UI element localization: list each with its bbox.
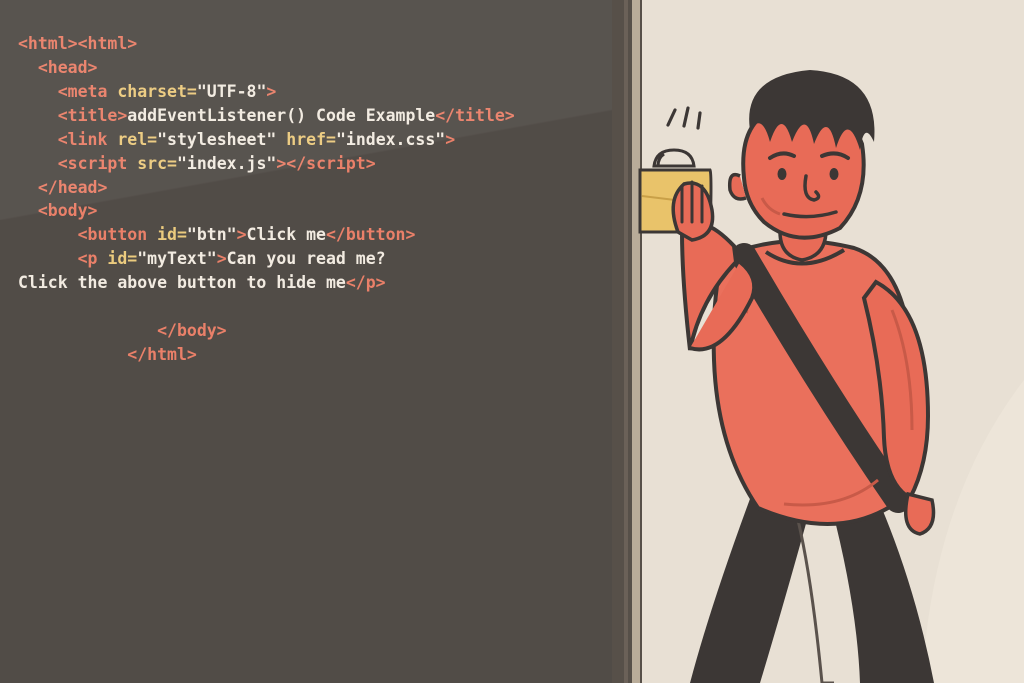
code-token: src [137,154,167,173]
code-token: "btn" [187,225,237,244]
code-token: </body> [157,321,227,340]
code-token: = [177,225,187,244]
code-token: rel [117,130,147,149]
code-block: <html><html> <head> <meta charset="UTF-8… [18,32,612,367]
code-token: <html> [18,34,78,53]
code-token: = [187,82,197,101]
code-token: = [147,130,157,149]
code-token: = [167,154,177,173]
code-token: "UTF-8" [197,82,267,101]
code-token: <body> [38,201,98,220]
code-token: </p> [346,273,386,292]
code-token: = [326,130,336,149]
code-token: Can you read me? [227,249,386,268]
code-token: <p [78,249,98,268]
code-token: </button> [326,225,415,244]
code-token: href [286,130,326,149]
code-token: > [237,225,247,244]
code-token: <script [58,154,128,173]
wall-edge-icon [624,0,628,683]
code-token: </title> [435,106,514,125]
code-editor-panel: <html><html> <head> <meta charset="UTF-8… [0,0,612,683]
code-token: > [217,249,227,268]
code-token: "stylesheet" [157,130,276,149]
code-token: <head> [38,58,98,77]
illustration-panel [612,0,1024,683]
listening-person-illustration [612,0,1024,683]
code-token: "index.js" [177,154,276,173]
code-token: charset [117,82,187,101]
bg-curve-icon [922,380,1024,683]
code-token: Click me [247,225,326,244]
code-token: "index.css" [336,130,445,149]
code-token: > [445,130,455,149]
code-token: = [127,249,137,268]
code-token: Click the above button to hide me [18,273,346,292]
code-token: <meta [58,82,108,101]
code-token: </script> [286,154,375,173]
code-token: </head> [38,178,108,197]
code-token: </html> [127,345,197,364]
code-token: <link [58,130,108,149]
code-token: addEventListener() Code Example [127,106,435,125]
code-token: > [276,154,286,173]
head-icon [730,70,875,238]
code-token: id [157,225,177,244]
code-token: "myText" [137,249,216,268]
code-token: <html> [78,34,138,53]
code-token: <title> [58,106,128,125]
code-token: <button [78,225,148,244]
code-token: > [266,82,276,101]
code-token: id [107,249,127,268]
door-frame-icon [632,0,640,683]
motion-lines-icon [668,108,700,128]
